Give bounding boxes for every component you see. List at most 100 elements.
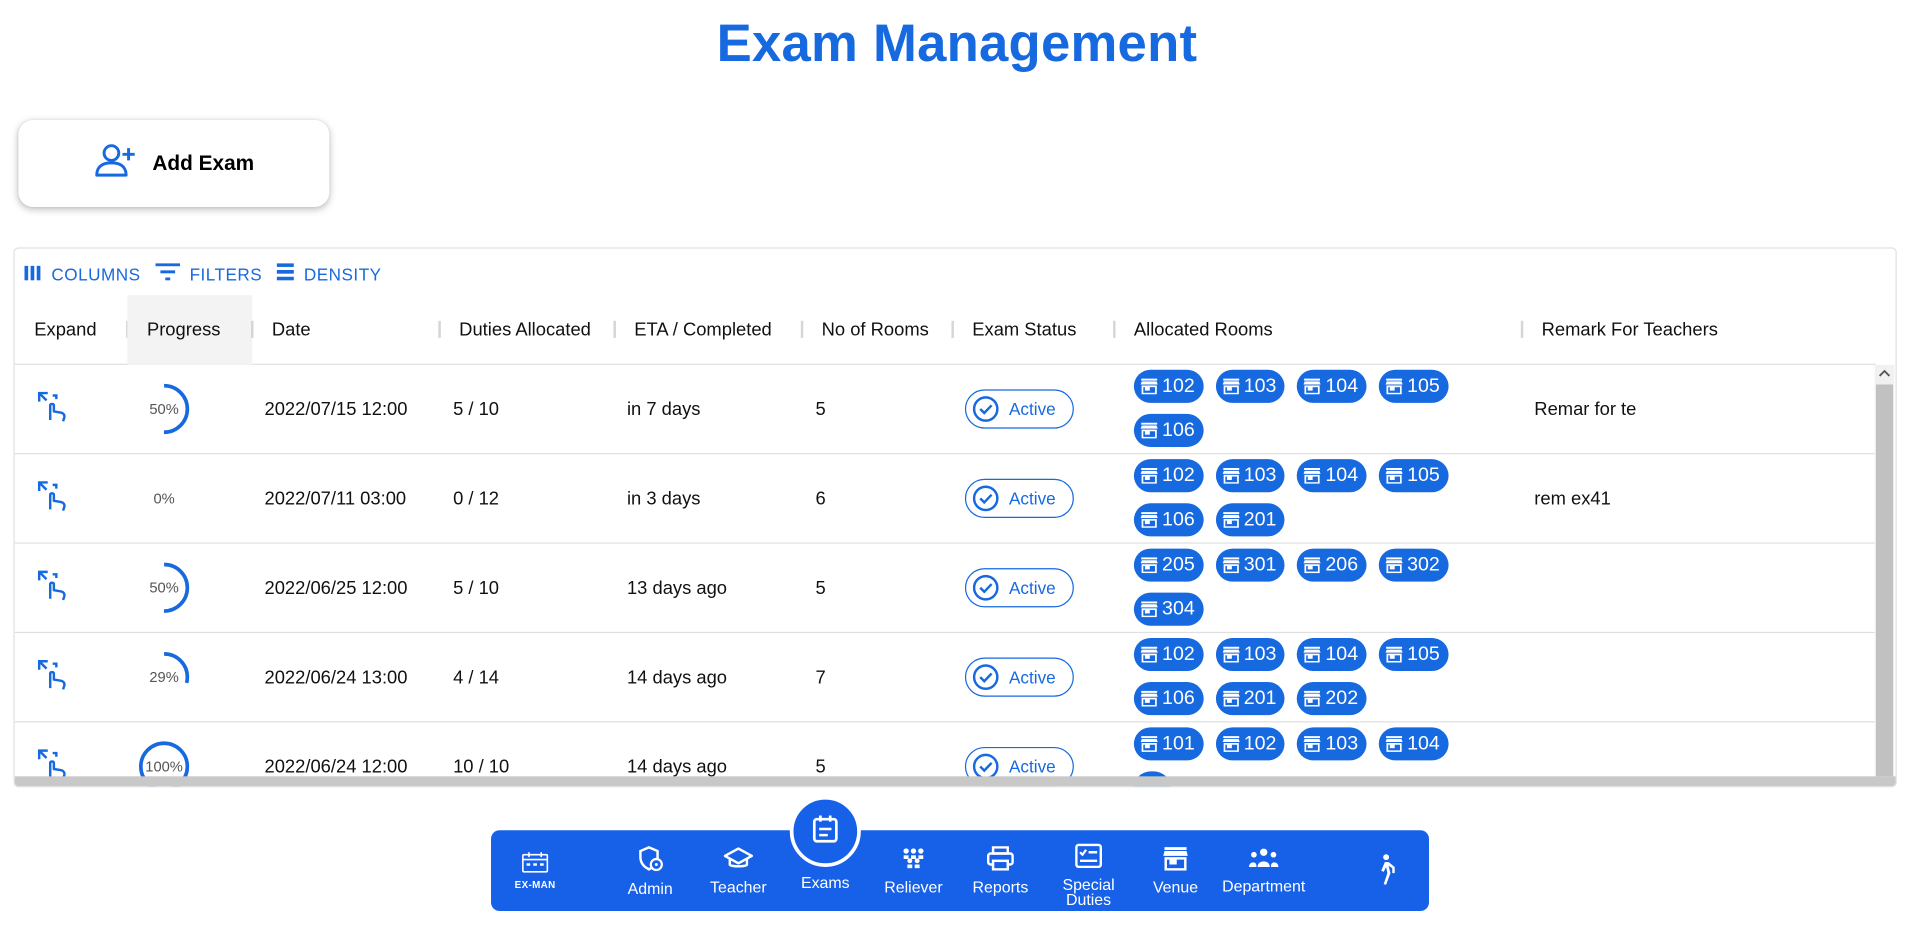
filters-button[interactable]: FILTERS [155, 263, 262, 284]
table-row[interactable]: 29% 2022/06/24 13:00 4 / 14 14 days ago 7 Act… [14, 633, 1876, 723]
nav-reliever[interactable]: Reliever [871, 830, 957, 911]
room-chip[interactable]: 104 [1297, 637, 1367, 672]
table-row[interactable]: 50% 2022/06/25 12:00 5 / 10 13 days ago 5 Act… [14, 544, 1876, 634]
scrollbar-thumb[interactable] [1875, 384, 1894, 777]
nav-logo[interactable]: EX-MAN [506, 830, 565, 911]
room-chip[interactable]: 102 [1133, 369, 1204, 403]
admin-shield-icon [637, 845, 664, 876]
table-row[interactable]: 0% 2022/07/11 03:00 0 / 12 in 3 days 6 Active… [14, 454, 1876, 544]
column-separator[interactable] [1520, 320, 1524, 338]
room-chip[interactable]: 106 [1133, 413, 1204, 447]
expand-touch-icon[interactable] [37, 480, 69, 517]
room-chip[interactable]: 103 [1215, 637, 1285, 672]
page-title: Exam Management [716, 14, 1198, 74]
room-chip[interactable]: 105 [1378, 369, 1449, 403]
store-icon [1303, 690, 1322, 707]
nav-special-duties-label: Special Duties [1062, 875, 1115, 909]
nav-reports[interactable]: Reports [964, 830, 1037, 911]
column-separator[interactable] [613, 320, 616, 338]
room-chip[interactable]: 105 [1378, 459, 1449, 493]
rooms-count-cell: 7 [815, 666, 826, 688]
room-chip[interactable]: 202 [1297, 682, 1367, 716]
status-chip[interactable]: Active [964, 389, 1075, 429]
room-chip[interactable]: 102 [1133, 459, 1204, 493]
nav-department[interactable]: Department [1218, 830, 1309, 911]
rooms-count-cell: 5 [815, 577, 826, 599]
expand-touch-icon[interactable] [37, 569, 69, 606]
room-chip[interactable]: 302 [1378, 548, 1449, 582]
room-chip[interactable]: 301 [1215, 548, 1285, 582]
rooms-count-cell: 5 [815, 398, 826, 420]
nav-special-duties[interactable]: Special Duties [1052, 830, 1125, 911]
header-remark-for-teachers[interactable]: Remark For Teachers [1542, 295, 1718, 365]
room-chip[interactable]: 104 [1378, 727, 1449, 761]
eta-cell: in 3 days [626, 487, 701, 509]
store-icon [1140, 736, 1158, 752]
horizontal-scrollbar[interactable] [14, 776, 1896, 787]
status-chip[interactable]: Active [964, 568, 1075, 608]
room-chip[interactable]: 201 [1215, 503, 1285, 537]
column-headers: Expand Progress Date Duties Allocated ET… [14, 295, 1876, 365]
room-chip[interactable]: 304 [1133, 592, 1204, 626]
room-chip-label: 102 [1243, 732, 1277, 754]
allocated-rooms-cell: 102 103 104 105 106 [1133, 369, 1452, 447]
room-chip-label: 202 [1325, 687, 1359, 709]
store-icon [1303, 378, 1322, 395]
header-allocated-rooms[interactable]: Allocated Rooms [1134, 295, 1273, 365]
room-chip[interactable]: 205 [1133, 548, 1204, 582]
room-chip[interactable]: 103 [1215, 369, 1285, 403]
room-chip-label: 201 [1243, 508, 1277, 530]
progress-label: 50% [149, 400, 179, 418]
logout-button[interactable] [1360, 830, 1409, 911]
store-icon [1303, 646, 1322, 663]
room-chip[interactable]: 103 [1215, 459, 1285, 493]
column-separator[interactable] [1113, 320, 1116, 338]
status-cell: Active [964, 633, 1075, 721]
room-chip[interactable]: 102 [1215, 727, 1285, 761]
header-expand[interactable]: Expand [34, 295, 96, 365]
check-circle-icon [972, 485, 999, 512]
column-separator[interactable] [438, 320, 441, 338]
check-circle-icon [972, 664, 999, 691]
density-button[interactable]: DENSITY [276, 263, 382, 284]
header-no-of-rooms[interactable]: No of Rooms [822, 295, 929, 365]
room-chip[interactable]: 104 [1297, 369, 1367, 403]
column-separator[interactable] [800, 320, 804, 338]
room-chip[interactable]: 106 [1133, 682, 1204, 716]
header-progress[interactable]: Progress [127, 295, 253, 365]
expand-touch-icon[interactable] [37, 391, 69, 428]
columns-button[interactable]: COLUMNS [24, 263, 140, 284]
room-chip-label: 302 [1407, 554, 1440, 575]
header-exam-status[interactable]: Exam Status [972, 295, 1076, 365]
room-chip[interactable]: 106 [1133, 503, 1204, 537]
walking-person-icon [1374, 853, 1396, 889]
column-separator[interactable] [951, 320, 954, 338]
vertical-scrollbar[interactable] [1874, 364, 1895, 777]
room-chip[interactable]: 103 [1297, 727, 1367, 761]
room-chip-label: 205 [1162, 554, 1195, 575]
room-chip[interactable]: 104 [1297, 459, 1367, 493]
status-chip[interactable]: Active [964, 478, 1075, 518]
nav-logo-text: EX-MAN [514, 879, 556, 891]
room-chip[interactable]: 105 [1378, 637, 1449, 672]
nav-venue[interactable]: Venue [1139, 830, 1212, 911]
status-chip[interactable]: Active [964, 657, 1075, 697]
header-date[interactable]: Date [272, 295, 311, 365]
expand-touch-icon[interactable] [37, 659, 69, 696]
room-chip[interactable]: 102 [1133, 637, 1204, 672]
room-chip-label: 103 [1243, 375, 1277, 397]
column-separator[interactable] [251, 320, 254, 338]
nav-admin[interactable]: Admin [613, 830, 686, 911]
header-eta-completed[interactable]: ETA / Completed [634, 295, 771, 365]
exams-active-button[interactable] [789, 795, 861, 867]
room-chip[interactable]: 101 [1133, 727, 1204, 761]
room-chip[interactable]: 206 [1297, 548, 1367, 582]
room-chip[interactable]: 201 [1215, 682, 1285, 716]
add-exam-button[interactable]: Add Exam [18, 120, 330, 207]
nav-teacher[interactable]: Teacher [702, 830, 775, 911]
header-duties-allocated[interactable]: Duties Allocated [459, 295, 591, 365]
table-row[interactable]: 50% 2022/07/15 12:00 5 / 10 in 7 days 5 Activ… [14, 365, 1876, 455]
room-chip-label: 103 [1243, 643, 1277, 665]
scroll-up-icon[interactable] [1875, 366, 1895, 381]
store-icon [1385, 468, 1403, 484]
